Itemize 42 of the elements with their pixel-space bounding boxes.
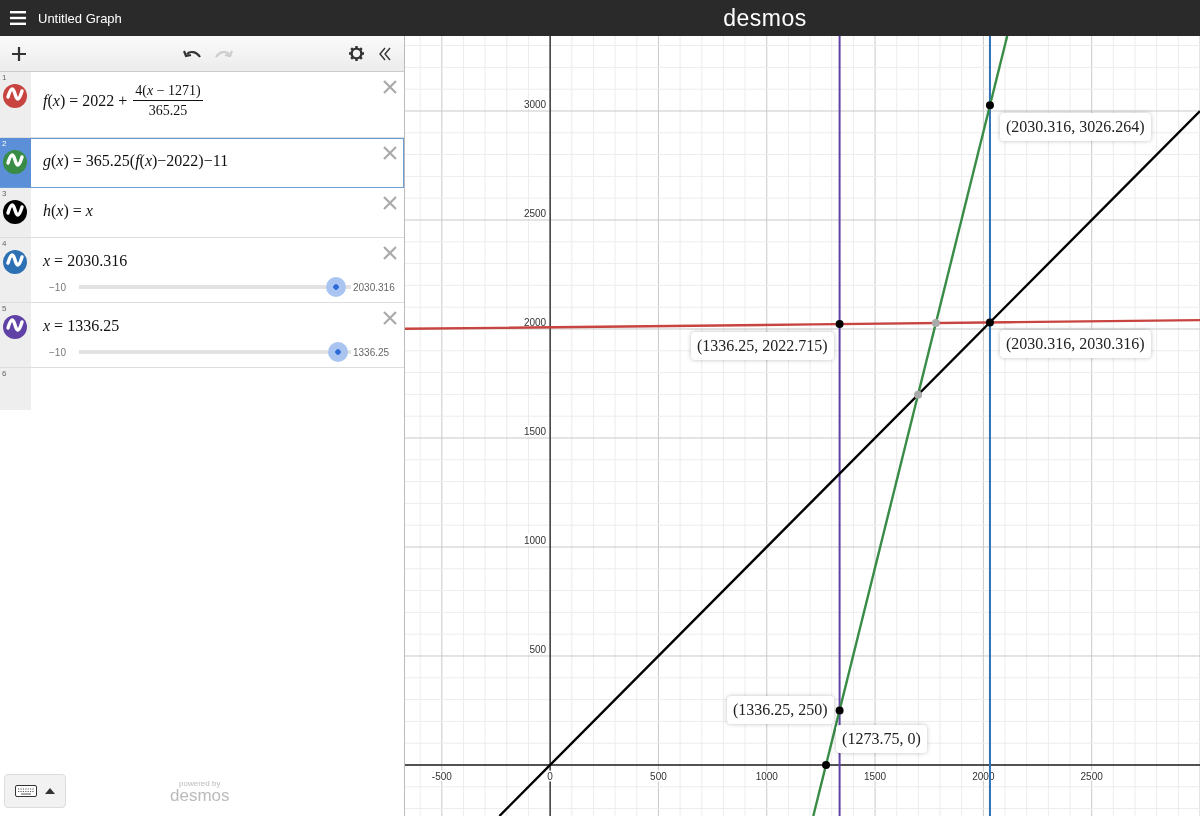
slider-min[interactable]: −10 bbox=[43, 281, 75, 293]
point-label: (2030.316, 3026.264) bbox=[999, 113, 1151, 142]
expression-text[interactable]: x = 1336.25 bbox=[43, 317, 120, 334]
expression-text[interactable]: f(x) = 2022 + bbox=[43, 92, 128, 110]
row-number: 5 bbox=[2, 304, 7, 313]
slider-value[interactable]: 1336.25 bbox=[353, 346, 390, 358]
axis-tick-label: 500 bbox=[529, 644, 547, 655]
point-label: (1273.75, 0) bbox=[836, 725, 927, 753]
expression-row[interactable]: 1 f(x) = 2022 + 4(x − 1271) 365.25 bbox=[0, 72, 404, 138]
row-number: 3 bbox=[2, 189, 7, 198]
row-number: 1 bbox=[2, 73, 7, 82]
graph-title[interactable]: Untitled Graph bbox=[38, 10, 405, 26]
expression-row[interactable]: 3 h(x) = x bbox=[0, 188, 404, 238]
axis-tick-label: 3000 bbox=[523, 99, 547, 110]
axis-tick-label: 1500 bbox=[863, 771, 887, 782]
expression-text[interactable]: x = 2030.316 bbox=[43, 252, 128, 269]
axis-tick-label: 1000 bbox=[523, 535, 547, 546]
expression-row[interactable]: 5 x = 1336.25 −10 1336.25 bbox=[0, 303, 404, 368]
expression-row[interactable]: 6 bbox=[0, 368, 404, 410]
powered-by-text: powered by bbox=[179, 779, 221, 788]
expression-text[interactable]: g(x) = 365.25(f(x)−2022)−11 bbox=[43, 152, 229, 169]
axis-tick-label: 2000 bbox=[523, 317, 547, 328]
expression-row[interactable]: 2 g(x) = 365.25(f(x)−2022)−11 bbox=[0, 138, 404, 188]
axis-tick-label: 2500 bbox=[1080, 771, 1103, 782]
logo: desmos bbox=[723, 4, 807, 32]
point-label: (2030.316, 2030.316) bbox=[999, 330, 1151, 359]
axis-tick-label: 2500 bbox=[523, 208, 547, 219]
slider-min[interactable]: −10 bbox=[43, 346, 75, 358]
axis-tick-label: 500 bbox=[650, 771, 667, 782]
point-label: (1336.25, 250) bbox=[726, 696, 834, 725]
row-number: 6 bbox=[2, 369, 7, 378]
axis-tick-label: 1500 bbox=[523, 426, 547, 437]
axis-tick-label: 1000 bbox=[755, 771, 778, 782]
row-number: 4 bbox=[2, 239, 7, 248]
row-number: 2 bbox=[2, 139, 7, 148]
fraction-numerator[interactable]: 4(x − 1271) bbox=[133, 83, 203, 101]
point-label: (1336.25, 2022.715) bbox=[690, 332, 834, 361]
axis-tick-label: -500 bbox=[431, 771, 452, 782]
expression-row[interactable]: 4 x = 2030.316 −10 2030.316 bbox=[0, 238, 404, 303]
slider-value[interactable]: 2030.316 bbox=[353, 281, 395, 293]
expression-text[interactable]: h(x) = x bbox=[43, 202, 93, 219]
fraction-denominator[interactable]: 365.25 bbox=[148, 101, 188, 119]
